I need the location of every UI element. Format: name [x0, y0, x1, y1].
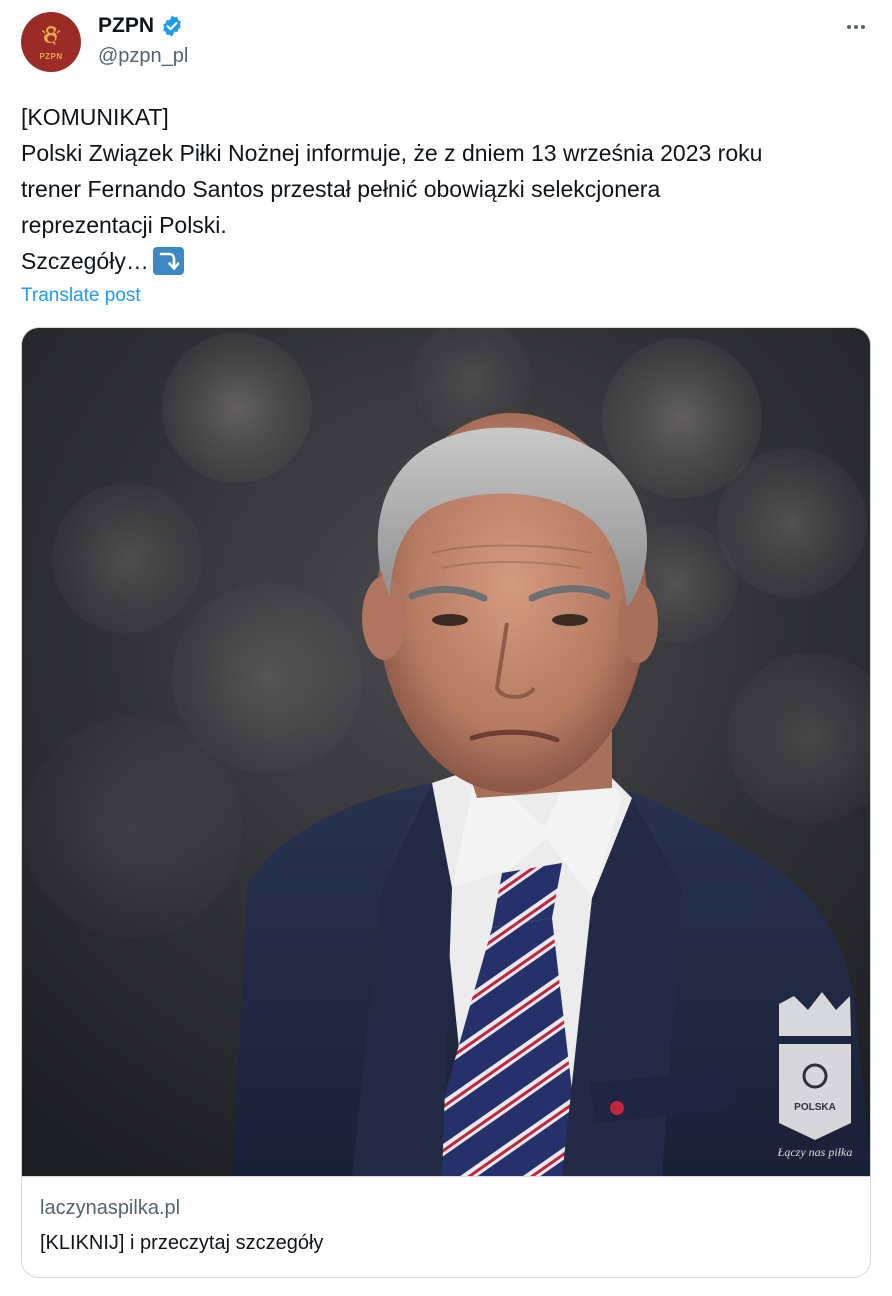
verified-badge-icon[interactable]	[160, 14, 184, 38]
translate-post-link[interactable]: Translate post	[21, 285, 141, 307]
tweet-line: trener Fernando Santos przestał pełnić o…	[21, 176, 661, 202]
tweet: PZPN PZPN @pzpn_pl [KOMUNIKAT] Polski Zw…	[0, 0, 892, 1296]
eagle-logo-icon	[41, 26, 61, 45]
tweet-text: [KOMUNIKAT] Polski Związek Piłki Nożnej …	[21, 99, 871, 279]
card-image[interactable]: POLSKA Łączy nas piłka	[22, 328, 870, 1176]
display-name[interactable]: PZPN	[98, 14, 154, 38]
more-options-icon[interactable]	[842, 14, 870, 40]
author-name-row[interactable]: PZPN	[98, 14, 184, 38]
tweet-line: reprezentacji Polski.	[21, 212, 227, 238]
avatar[interactable]: PZPN	[21, 12, 81, 72]
logo-tagline: Łączy nas piłka	[777, 1145, 853, 1159]
card-footer[interactable]: laczynaspilka.pl [KLIKNIJ] i przeczytaj …	[22, 1176, 870, 1277]
card-title[interactable]: [KLIKNIJ] i przeczytaj szczegóły	[40, 1232, 323, 1255]
right-arrow-curving-down-icon	[152, 247, 184, 275]
link-card[interactable]: POLSKA Łączy nas piłka laczynaspilka.pl …	[21, 327, 871, 1278]
avatar-text: PZPN	[39, 52, 63, 61]
card-domain[interactable]: laczynaspilka.pl	[40, 1197, 180, 1220]
logo-text: POLSKA	[794, 1102, 836, 1113]
tweet-line: [KOMUNIKAT]	[21, 104, 169, 130]
tweet-line: Polski Związek Piłki Nożnej informuje, ż…	[21, 140, 763, 166]
tweet-line-last: Szczegóły…	[21, 243, 871, 279]
coach-portrait-photo: POLSKA Łączy nas piłka	[22, 328, 870, 1176]
tweet-line: Szczegóły…	[21, 248, 149, 274]
author-handle[interactable]: @pzpn_pl	[98, 45, 188, 68]
